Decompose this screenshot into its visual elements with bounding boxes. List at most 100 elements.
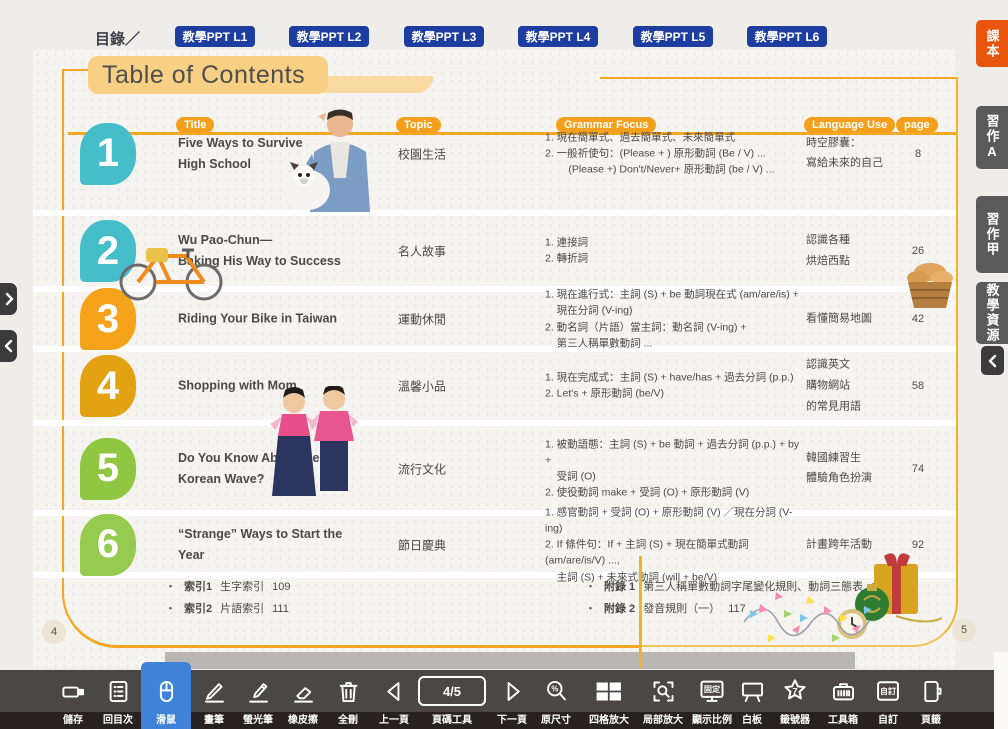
zoom-percent-icon: % — [543, 670, 570, 712]
unit-1-page-number: 8 — [896, 148, 940, 160]
unit-5-language-use: 韓國練習生 體驗角色扮演 — [806, 448, 896, 490]
toc-row-unit-5: 5 Do You Know About the Korean Wave? 流行文… — [0, 427, 1008, 510]
bicycle-photo — [108, 226, 233, 304]
unit-1-grammar-focus: 1. 現在簡單式、過去簡單式、未來簡單式 2. 一般祈使句：(Please + … — [545, 129, 807, 178]
prev-page-icon — [381, 670, 408, 712]
whiteboard-icon — [739, 670, 766, 712]
chevron-left-icon — [988, 354, 998, 368]
delete-all-button[interactable]: 全刪 — [325, 670, 371, 729]
unit-2-topic: 名人故事 — [398, 243, 488, 260]
teaching-ppt-l3-button[interactable]: 教學PPT L3 — [404, 26, 484, 47]
chevron-right-icon — [4, 292, 14, 306]
teaching-ppt-l2-button[interactable]: 教學PPT L2 — [289, 26, 369, 47]
index-text: 生字索引 — [220, 578, 264, 594]
toolbox-button[interactable]: 工具箱 — [818, 670, 868, 729]
mouse-tool-button[interactable]: 滑鼠 — [141, 662, 191, 729]
number-picker-button[interactable]: 7 籤號器 — [772, 670, 818, 729]
page-tabs-button[interactable]: 頁籤 — [908, 670, 954, 729]
index-1-line: ・索引1生字索引109 — [165, 578, 290, 594]
area-zoom-button[interactable]: 局部放大 — [637, 670, 689, 729]
page-top-line-right — [600, 77, 956, 79]
unit-5-page-number: 74 — [896, 463, 940, 475]
collapse-right-tabs-button[interactable] — [981, 346, 1004, 375]
whiteboard-button[interactable]: 白板 — [730, 670, 774, 729]
toolbox-icon — [830, 670, 857, 712]
bullet: ・ — [165, 600, 176, 616]
unit-4-topic: 溫馨小品 — [398, 378, 488, 395]
unit-1-language-use: 時空膠囊： 寫給未來的自己 — [806, 133, 896, 175]
unit-3-topic: 運動休閒 — [398, 311, 488, 328]
unit-3-language-use: 看懂簡易地圖 — [806, 309, 896, 330]
unit-number: 4 — [97, 364, 119, 409]
appendix-2-line: ・附錄 2發音規則（一）117 — [585, 600, 746, 616]
unit-6-grammar-focus: 1. 感官動詞 + 受詞 (O) + 原形動詞 (V) ／現在分詞 (V-ing… — [545, 504, 807, 585]
teaching-ppt-l4-button[interactable]: 教學PPT L4 — [518, 26, 598, 47]
hanbok-couple-photo — [262, 386, 367, 514]
teaching-ppt-l6-button[interactable]: 教學PPT L6 — [747, 26, 827, 47]
page-number-tool[interactable]: 4/5 頁碼工具 — [417, 670, 487, 729]
trash-icon — [335, 670, 362, 712]
page-indicator[interactable]: 4/5 — [418, 676, 486, 706]
unit-number: 1 — [97, 131, 119, 176]
index-label: 索引1 — [184, 578, 212, 594]
expand-left-panel-button[interactable] — [0, 283, 17, 315]
tab-textbook[interactable]: 課本 — [976, 20, 1008, 67]
tab-workbook-jia[interactable]: 習作甲 — [976, 196, 1008, 273]
unit-5-topic: 流行文化 — [398, 460, 488, 477]
student-with-dog-photo — [274, 100, 399, 212]
svg-text:%: % — [551, 684, 558, 693]
bullet: ・ — [585, 600, 596, 616]
teaching-ppt-l5-button[interactable]: 教學PPT L5 — [633, 26, 713, 47]
unit-3-page-number: 42 — [896, 313, 940, 325]
unit-4-grammar-focus: 1. 現在完成式：主詞 (S) + have/has + 過去分詞 (p.p.)… — [545, 370, 807, 403]
ebook-viewer: 目錄／ 教學PPT L1 教學PPT L2 教學PPT L3 教學PPT L4 … — [0, 0, 1008, 729]
unit-6-number-badge: 6 — [80, 514, 136, 576]
unit-6-topic: 節日慶典 — [398, 536, 488, 553]
tab-workbook-a[interactable]: 習作A — [976, 106, 1008, 169]
custom-button[interactable]: 自訂 自訂 — [866, 670, 910, 729]
unit-number: 5 — [97, 446, 119, 491]
unit-2-grammar-focus: 1. 連接詞 2. 轉折詞 — [545, 235, 807, 268]
page-number-left: 4 — [42, 620, 66, 644]
usb-save-icon — [60, 670, 87, 712]
eraser-icon — [290, 670, 317, 712]
unit-1-number-badge: 1 — [80, 123, 136, 185]
pen-icon — [201, 670, 228, 712]
unit-5-number-badge: 5 — [80, 438, 136, 500]
tab-teaching-resources[interactable]: 教學資源 — [976, 282, 1008, 344]
highlighter-icon — [245, 670, 272, 712]
unit-6-title: “Strange” Ways to Start the Year — [178, 523, 368, 566]
page-number-right: 5 — [952, 618, 976, 642]
star-icon: 7 — [781, 670, 809, 712]
original-size-button[interactable]: % 原尺寸 — [531, 670, 581, 729]
unit-5-grammar-focus: 1. 被動語態：主詞 (S) + be 動詞 + 過去分詞 (p.p.) + b… — [545, 436, 807, 501]
save-button[interactable]: 儲存 — [50, 670, 96, 729]
chevron-left-icon — [4, 339, 14, 353]
highlighter-tool-button[interactable]: 螢光筆 — [235, 670, 281, 729]
index-page: 109 — [272, 581, 290, 593]
page-scroll-bar[interactable] — [165, 652, 855, 669]
back-to-toc-button[interactable]: 回目次 — [95, 670, 141, 729]
bottom-toolbar: 儲存 回目次 滑鼠 畫筆 螢光筆 橡皮擦 全刪 上一頁 — [0, 670, 1008, 729]
mouse-icon — [153, 670, 180, 712]
unit-4-number-badge: 4 — [80, 355, 136, 417]
unit-number: 6 — [97, 522, 119, 567]
unit-3-grammar-focus: 1. 現在進行式：主詞 (S) + be 動詞現在式 (am/are/is) +… — [545, 286, 807, 351]
four-grid-zoom-button[interactable]: 四格放大 — [583, 670, 635, 729]
party-lights-decoration — [740, 582, 875, 652]
toc-row-unit-4: 4 Shopping with Mom 溫馨小品 1. 現在完成式：主詞 (S)… — [0, 352, 1008, 420]
teaching-ppt-l1-button[interactable]: 教學PPT L1 — [175, 26, 255, 47]
index-page: 111 — [272, 603, 289, 615]
previous-page-button[interactable]: 上一頁 — [371, 670, 417, 729]
collapse-left-panel-button[interactable] — [0, 330, 17, 362]
index-label: 索引2 — [184, 600, 212, 616]
book-tab-icon — [918, 670, 945, 712]
index-text: 片語索引 — [220, 600, 264, 616]
pen-tool-button[interactable]: 畫筆 — [191, 670, 237, 729]
custom-case-icon: 自訂 — [874, 670, 902, 712]
next-page-button[interactable]: 下一頁 — [489, 670, 535, 729]
svg-text:固定: 固定 — [704, 684, 721, 694]
eraser-tool-button[interactable]: 橡皮擦 — [280, 670, 326, 729]
svg-text:自訂: 自訂 — [880, 686, 897, 696]
unit-1-topic: 校園生活 — [398, 145, 488, 162]
